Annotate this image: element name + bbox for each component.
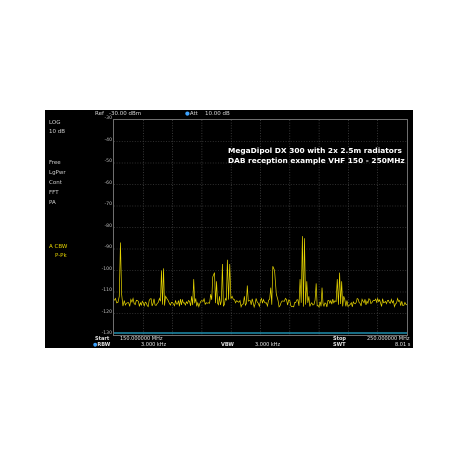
y-tick-label: -80	[104, 223, 112, 229]
detector-label: P-Pk	[55, 253, 67, 259]
preamp-status: PA	[49, 200, 56, 206]
scale-division: 10 dB	[49, 129, 66, 135]
y-tick-label: -40	[104, 137, 112, 143]
y-tick-label: -110	[101, 288, 112, 293]
swt-value: 8.01 s	[395, 342, 411, 348]
vbw-label: VBW	[221, 342, 234, 348]
top-status-bar: Ref -30.00 dBm ●Att 10.00 dB	[45, 110, 413, 119]
y-tick-label: -50	[104, 159, 112, 164]
sweep-mode: Cont	[49, 180, 62, 186]
trigger-mode: Free	[49, 160, 61, 166]
swt-label: SWT	[333, 342, 346, 348]
rbw-value: 3.000 kHz	[141, 342, 167, 348]
annotation-text: MegaDipol DX 300 with 2x 2.5m radiators …	[228, 146, 405, 166]
y-tick-label: -30	[104, 116, 112, 121]
ref-value: -30.00 dBm	[109, 111, 142, 117]
y-tick-label: -90	[104, 245, 112, 250]
y-tick-label: -120	[101, 309, 112, 315]
bottom-status-bar: Start 150.000000 MHz Stop 250.000000 MHz…	[45, 336, 413, 348]
att-label: ●Att	[185, 111, 198, 117]
vbw-value: 3.000 kHz	[255, 342, 281, 348]
ref-label: Ref	[95, 111, 104, 117]
fft-mode: FFT	[49, 190, 59, 196]
left-info-panel: LOG 10 dB Free LgPwr Cont FFT PA A CBW P…	[45, 119, 85, 335]
power-mode: LgPwr	[49, 170, 66, 176]
y-tick-label: -100	[101, 266, 112, 272]
annotation-line-2: DAB reception example VHF 150 - 250MHz	[228, 156, 405, 165]
y-tick-label: -70	[104, 202, 112, 207]
rbw-label: ●RBW	[93, 342, 111, 348]
att-value: 10.00 dB	[205, 111, 230, 117]
annotation-line-1: MegaDipol DX 300 with 2x 2.5m radiators	[228, 146, 402, 155]
y-tick-label: -60	[104, 180, 112, 186]
trace-a-label: A CBW	[49, 244, 68, 250]
scale-type: LOG	[49, 120, 61, 126]
